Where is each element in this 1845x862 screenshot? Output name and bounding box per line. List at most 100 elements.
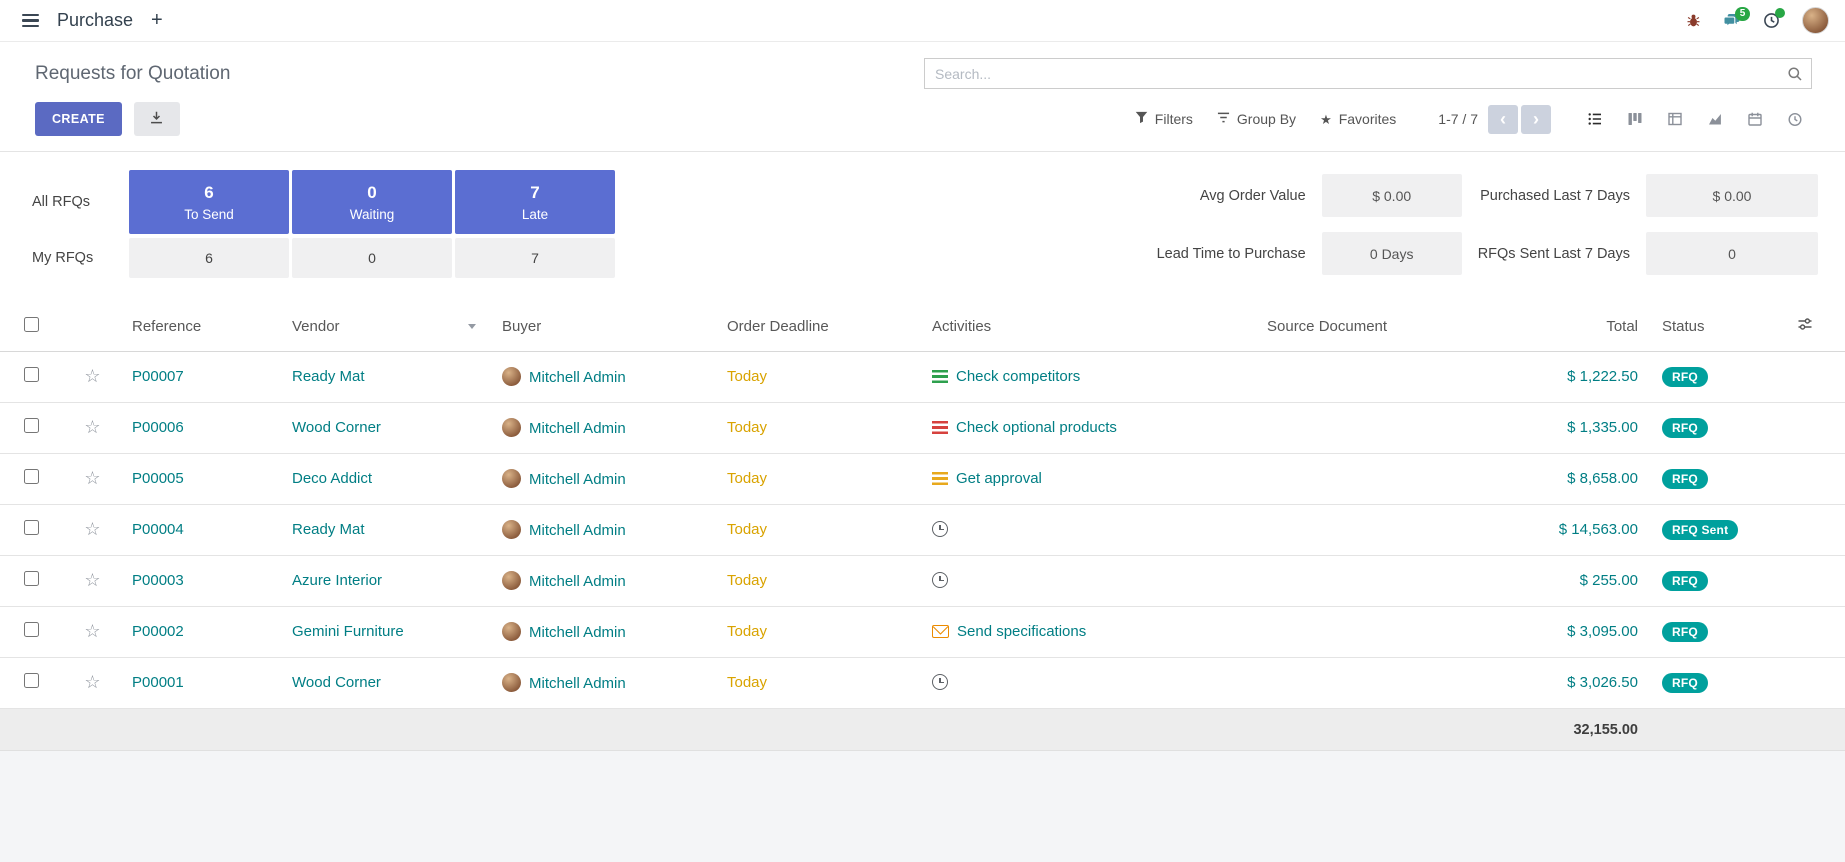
all-rfqs-label[interactable]: All RFQs [32, 170, 129, 234]
activities-clock-icon[interactable] [1763, 12, 1780, 29]
buyer-link[interactable]: Mitchell Admin [529, 573, 626, 590]
header-buyer[interactable]: Buyer [490, 302, 715, 351]
apps-menu-icon[interactable] [16, 8, 45, 33]
header-total[interactable]: Total [1500, 302, 1650, 351]
my-rfq-count-tile[interactable]: 6 [129, 238, 289, 278]
row-checkbox[interactable] [24, 673, 39, 688]
rfq-count-tile[interactable]: 6 To Send [129, 170, 289, 234]
vendor-link[interactable]: Ready Mat [292, 521, 365, 538]
search-icon[interactable] [1787, 66, 1803, 82]
calendar-view-icon[interactable] [1735, 104, 1775, 134]
rfq-row[interactable]: ☆ P00001 Wood Corner Mitchell Admin Toda… [0, 657, 1845, 708]
activity-icon[interactable] [932, 472, 948, 485]
reference-link[interactable]: P00001 [132, 674, 184, 691]
row-checkbox[interactable] [24, 469, 39, 484]
header-activities[interactable]: Activities [920, 302, 1255, 351]
stat-value[interactable]: 0 Days [1322, 232, 1462, 275]
reference-link[interactable]: P00007 [132, 368, 184, 385]
pager-previous-button[interactable]: ‹ [1488, 105, 1518, 134]
debug-bug-icon[interactable] [1686, 13, 1701, 28]
header-source-document[interactable]: Source Document [1255, 302, 1500, 351]
activity-icon[interactable] [932, 625, 949, 638]
my-rfqs-label[interactable]: My RFQs [32, 238, 129, 278]
vendor-link[interactable]: Wood Corner [292, 419, 381, 436]
buyer-link[interactable]: Mitchell Admin [529, 369, 626, 386]
rfq-count-tile[interactable]: 0 Waiting [292, 170, 452, 234]
reference-link[interactable]: P00004 [132, 521, 184, 538]
row-checkbox[interactable] [24, 418, 39, 433]
my-rfq-count-tile[interactable]: 0 [292, 238, 452, 278]
search-input[interactable] [924, 58, 1812, 89]
buyer-link[interactable]: Mitchell Admin [529, 420, 626, 437]
pager-next-button[interactable]: › [1521, 105, 1551, 134]
header-order-deadline[interactable]: Order Deadline [715, 302, 920, 351]
vendor-link[interactable]: Deco Addict [292, 470, 372, 487]
my-rfq-count-tile[interactable]: 7 [455, 238, 615, 278]
rfq-row[interactable]: ☆ P00002 Gemini Furniture Mitchell Admin… [0, 606, 1845, 657]
buyer-link[interactable]: Mitchell Admin [529, 471, 626, 488]
favorite-star-icon[interactable]: ☆ [84, 519, 100, 539]
vendor-link[interactable]: Azure Interior [292, 572, 382, 589]
graph-view-icon[interactable] [1695, 104, 1735, 134]
rfq-tile-column: 6 To Send 6 [129, 170, 289, 278]
vendor-link[interactable]: Wood Corner [292, 674, 381, 691]
plus-tab-icon[interactable]: + [151, 9, 163, 32]
buyer-link[interactable]: Mitchell Admin [529, 675, 626, 692]
rfq-row[interactable]: ☆ P00007 Ready Mat Mitchell Admin Today … [0, 351, 1845, 402]
row-checkbox[interactable] [24, 520, 39, 535]
reference-link[interactable]: P00002 [132, 623, 184, 640]
activity-icon[interactable] [932, 572, 948, 588]
filters-button[interactable]: Filters [1123, 105, 1205, 133]
stat-value[interactable]: $ 0.00 [1646, 174, 1818, 217]
activity-icon[interactable] [932, 370, 948, 383]
vendor-link[interactable]: Gemini Furniture [292, 623, 404, 640]
vendor-link[interactable]: Ready Mat [292, 368, 365, 385]
kanban-view-icon[interactable] [1615, 104, 1655, 134]
messages-icon[interactable]: 5 [1723, 13, 1741, 29]
stat-value[interactable]: 0 [1646, 232, 1818, 275]
activity-link[interactable]: Check competitors [956, 368, 1080, 385]
order-deadline: Today [727, 623, 767, 640]
row-checkbox[interactable] [24, 571, 39, 586]
activity-view-icon[interactable] [1775, 104, 1815, 134]
favorite-star-icon[interactable]: ☆ [84, 621, 100, 641]
group-by-button[interactable]: Group By [1205, 105, 1308, 133]
reference-link[interactable]: P00006 [132, 419, 184, 436]
activity-link[interactable]: Check optional products [956, 419, 1117, 436]
activity-icon[interactable] [932, 421, 948, 434]
favorite-star-icon[interactable]: ☆ [84, 672, 100, 692]
list-view-icon[interactable] [1575, 104, 1615, 134]
favorite-star-icon[interactable]: ☆ [84, 468, 100, 488]
row-checkbox[interactable] [24, 367, 39, 382]
favorite-star-icon[interactable]: ☆ [84, 366, 100, 386]
pivot-view-icon[interactable] [1655, 104, 1695, 134]
rfq-count-tile[interactable]: 7 Late [455, 170, 615, 234]
create-button[interactable]: CREATE [35, 102, 122, 136]
rfq-row[interactable]: ☆ P00003 Azure Interior Mitchell Admin T… [0, 555, 1845, 606]
header-vendor[interactable]: Vendor [280, 302, 490, 351]
optional-columns-icon[interactable] [1797, 316, 1813, 335]
favorite-star-icon[interactable]: ☆ [84, 570, 100, 590]
rfq-row[interactable]: ☆ P00005 Deco Addict Mitchell Admin Toda… [0, 453, 1845, 504]
activity-icon[interactable] [932, 521, 948, 537]
header-reference[interactable]: Reference [120, 302, 280, 351]
stat-value[interactable]: $ 0.00 [1322, 174, 1462, 217]
rfq-row[interactable]: ☆ P00006 Wood Corner Mitchell Admin Toda… [0, 402, 1845, 453]
reference-link[interactable]: P00005 [132, 470, 184, 487]
favorites-button[interactable]: ★ Favorites [1308, 105, 1408, 133]
buyer-link[interactable]: Mitchell Admin [529, 624, 626, 641]
app-name[interactable]: Purchase [57, 10, 133, 31]
select-all-checkbox[interactable] [24, 317, 39, 332]
rfq-row[interactable]: ☆ P00004 Ready Mat Mitchell Admin Today … [0, 504, 1845, 555]
header-status[interactable]: Status [1650, 302, 1785, 351]
favorite-star-icon[interactable]: ☆ [84, 417, 100, 437]
activity-link[interactable]: Send specifications [957, 623, 1086, 640]
activity-link[interactable]: Get approval [956, 470, 1042, 487]
buyer-link[interactable]: Mitchell Admin [529, 522, 626, 539]
export-button[interactable] [134, 102, 180, 136]
order-deadline: Today [727, 521, 767, 538]
user-avatar[interactable] [1802, 7, 1829, 34]
reference-link[interactable]: P00003 [132, 572, 184, 589]
row-checkbox[interactable] [24, 622, 39, 637]
activity-icon[interactable] [932, 674, 948, 690]
